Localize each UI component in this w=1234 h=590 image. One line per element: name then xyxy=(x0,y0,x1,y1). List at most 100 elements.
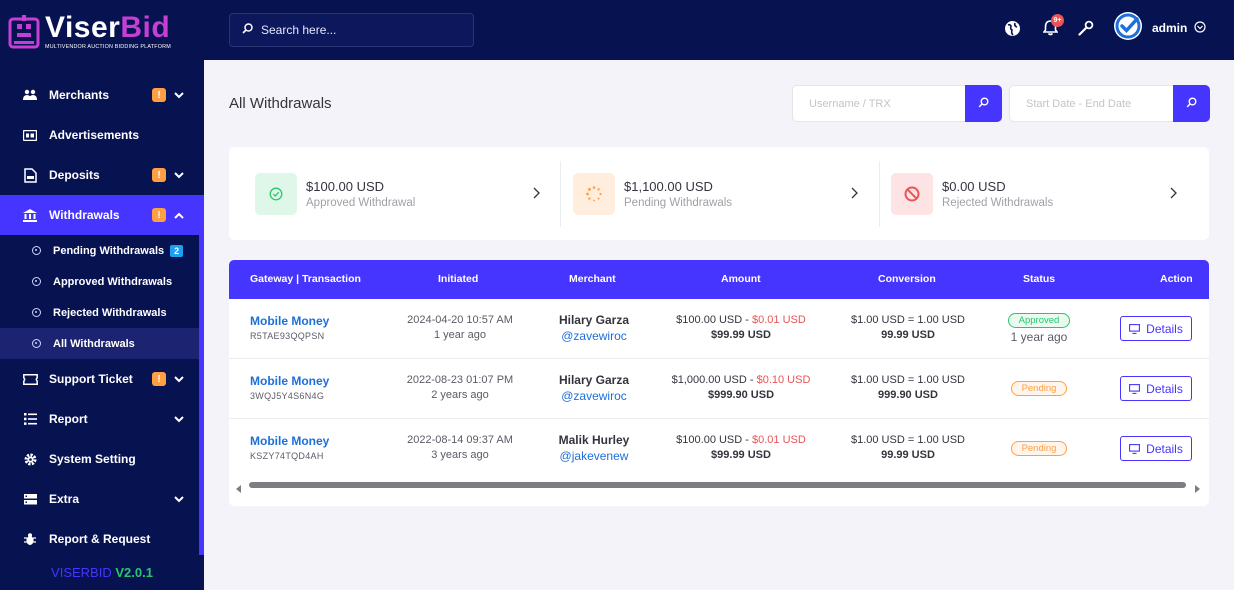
ticket-icon xyxy=(22,371,38,387)
bug-icon xyxy=(22,531,38,547)
chevron-right-icon[interactable] xyxy=(533,186,540,204)
chevron-right-icon[interactable] xyxy=(1170,186,1177,204)
bell-icon[interactable]: 9+ xyxy=(1040,14,1064,38)
stat-amount: $0.00 USD xyxy=(942,178,1006,194)
brand-tagline: MULTIVENDOR AUCTION BIDDING PLATFORM xyxy=(45,44,171,50)
charge-amount: $0.01 USD xyxy=(752,434,806,446)
sidebar-item-extra[interactable]: Extra xyxy=(0,479,204,519)
user-name[interactable]: admin xyxy=(1152,21,1187,35)
search-icon xyxy=(242,21,253,39)
desktop-icon xyxy=(1129,383,1141,394)
desktop-icon xyxy=(1129,443,1141,454)
submenu-all-withdrawals[interactable]: All Withdrawals xyxy=(0,328,204,359)
merchant-name: Malik Hurley xyxy=(558,433,630,447)
submenu-label: Rejected Withdrawals xyxy=(53,306,167,319)
table-row: Mobile Money R5TAE93QQPSN 2024-04-20 10:… xyxy=(229,299,1209,359)
stat-label: Rejected Withdrawals xyxy=(942,196,1054,209)
amount-line: $100.00 USD - $0.01 USD xyxy=(676,434,806,446)
scroll-left-icon[interactable] xyxy=(236,480,241,498)
charge-amount: $0.10 USD xyxy=(756,374,811,386)
converted-amount: 99.99 USD xyxy=(881,329,935,341)
initiated-date: 2022-08-14 09:37 AM xyxy=(407,434,513,446)
conversion-rate: $1.00 USD = 1.00 USD xyxy=(850,434,966,446)
scroll-right-icon[interactable] xyxy=(1195,480,1200,498)
merchant-username-link[interactable]: @zavewiroc xyxy=(543,329,645,343)
sidebar-item-label: System Setting xyxy=(49,452,136,466)
charge-amount: $0.01 USD xyxy=(752,314,806,326)
sidebar-item-label: Merchants xyxy=(49,88,110,102)
stat-approved[interactable]: $100.00 USD Approved Withdrawal xyxy=(255,147,415,240)
details-button[interactable]: Details xyxy=(1120,316,1192,341)
horizontal-scrollbar[interactable] xyxy=(229,477,1209,493)
sidebar-item-report[interactable]: Report xyxy=(0,399,204,439)
search-icon xyxy=(978,96,989,111)
details-button[interactable]: Details xyxy=(1120,436,1192,461)
submenu-rejected-withdrawals[interactable]: Rejected Withdrawals xyxy=(0,297,204,328)
stat-amount: $100.00 USD xyxy=(306,178,385,194)
sidebar-item-advertisements[interactable]: Advertisements xyxy=(0,115,204,155)
column-header: Amount xyxy=(721,273,761,285)
submenu-label: Approved Withdrawals xyxy=(53,275,173,288)
chevron-down-icon xyxy=(172,412,186,426)
search-icon xyxy=(1186,96,1197,111)
trx-search-input[interactable] xyxy=(792,85,965,122)
check-circle-icon xyxy=(255,172,297,215)
globe-icon[interactable] xyxy=(1002,18,1022,38)
stat-rejected[interactable]: $0.00 USD Rejected Withdrawals xyxy=(891,147,1053,240)
stat-label: Approved Withdrawal xyxy=(306,196,416,209)
sidebar-scrollbar[interactable] xyxy=(199,195,204,555)
sidebar-item-support-ticket[interactable]: Support Ticket ! xyxy=(0,359,204,399)
sidebar-item-report-request[interactable]: Report & Request xyxy=(0,519,204,559)
details-button[interactable]: Details xyxy=(1120,376,1192,401)
date-range-input[interactable] xyxy=(1009,85,1173,122)
bank-icon xyxy=(22,207,38,223)
alert-badge: ! xyxy=(152,88,166,102)
column-header: Action xyxy=(1160,273,1193,285)
scrollbar-thumb[interactable] xyxy=(249,482,1186,488)
submenu-approved-withdrawals[interactable]: Approved Withdrawals xyxy=(0,266,204,297)
total-amount: $999.90 USD xyxy=(707,389,775,401)
chevron-down-icon xyxy=(172,168,186,182)
withdrawal-stats-card: $100.00 USD Approved Withdrawal $1,100.0… xyxy=(229,147,1209,240)
gateway-name[interactable]: Mobile Money xyxy=(250,314,329,328)
chevron-down-icon xyxy=(172,492,186,506)
stat-label: Pending Withdrawals xyxy=(624,196,733,209)
merchant-username-link[interactable]: @jakevenew xyxy=(543,449,645,463)
date-search-button[interactable] xyxy=(1173,85,1210,122)
users-icon xyxy=(22,87,38,103)
merchant-name: Hilary Garza xyxy=(558,373,630,387)
wrench-icon[interactable] xyxy=(1076,18,1096,38)
transaction-id: KSZY74TQD4AH xyxy=(250,451,324,461)
conversion-rate: $1.00 USD = 1.00 USD xyxy=(850,374,966,386)
alert-badge: ! xyxy=(152,372,166,386)
ban-icon xyxy=(891,172,933,215)
sidebar-item-withdrawals[interactable]: Withdrawals ! xyxy=(0,195,204,235)
chevron-down-circle-icon[interactable] xyxy=(1194,20,1206,38)
gateway-name[interactable]: Mobile Money xyxy=(250,434,329,448)
trx-search-button[interactable] xyxy=(965,85,1002,122)
sidebar: ViserBid MULTIVENDOR AUCTION BIDDING PLA… xyxy=(0,0,204,590)
sidebar-item-system-setting[interactable]: System Setting xyxy=(0,439,204,479)
merchant-username-link[interactable]: @zavewiroc xyxy=(543,389,645,403)
table-row: Mobile Money 3WQJ5Y4S6N4G 2022-08-23 01:… xyxy=(229,359,1209,419)
status-badge: Pending xyxy=(1010,441,1068,456)
gateway-name[interactable]: Mobile Money xyxy=(250,374,329,388)
sidebar-item-deposits[interactable]: Deposits ! xyxy=(0,155,204,195)
total-amount: $99.99 USD xyxy=(711,449,771,461)
sidebar-item-label: Withdrawals xyxy=(49,208,120,222)
column-header: Conversion xyxy=(878,273,936,285)
topbar: 9+ admin xyxy=(204,0,1234,60)
search-box[interactable] xyxy=(229,13,474,47)
stat-pending[interactable]: $1,100.00 USD Pending Withdrawals xyxy=(573,147,732,240)
chevron-right-icon[interactable] xyxy=(851,186,858,204)
sidebar-item-merchants[interactable]: Merchants ! xyxy=(0,75,204,115)
brand-name: ViserBid xyxy=(45,11,171,44)
brand-logo[interactable]: ViserBid MULTIVENDOR AUCTION BIDDING PLA… xyxy=(8,11,171,50)
column-header: Merchant xyxy=(569,273,616,285)
notification-count-badge: 9+ xyxy=(1051,14,1064,27)
search-input[interactable] xyxy=(261,23,461,37)
trx-search-form xyxy=(792,85,1002,122)
avatar[interactable] xyxy=(1114,12,1142,40)
submenu-pending-withdrawals[interactable]: Pending Withdrawals 2 xyxy=(0,235,204,266)
amount-line: $1,000.00 USD - $0.10 USD xyxy=(671,374,811,386)
